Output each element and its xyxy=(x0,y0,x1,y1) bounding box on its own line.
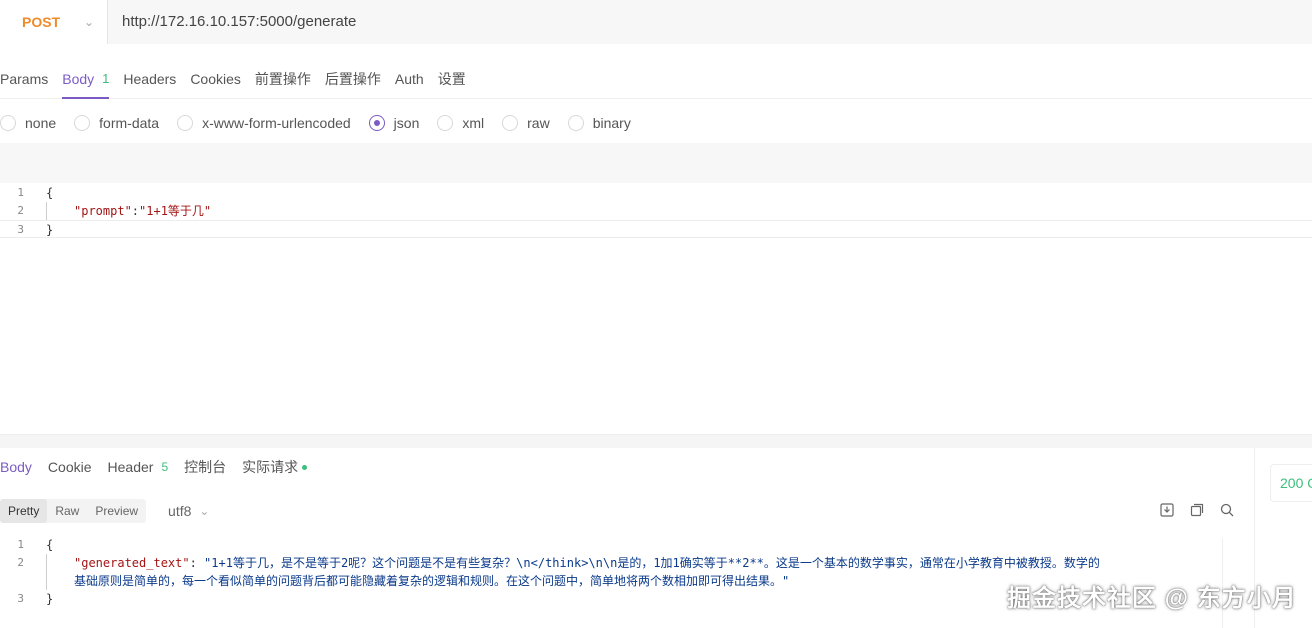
tab-label: Auth xyxy=(394,70,424,87)
radio-label: x-www-form-urlencoded xyxy=(202,115,351,131)
editor-toolbar-strip xyxy=(0,143,1312,183)
radio-label: json xyxy=(393,115,420,131)
line-number: 1 xyxy=(17,186,24,199)
radio-button[interactable] xyxy=(74,115,91,131)
radio-button[interactable] xyxy=(567,115,584,131)
response-tabs: Body Cookie Header 5 控制台 实际请求 xyxy=(0,452,323,482)
line-number: 1 xyxy=(17,538,24,551)
radio-label: none xyxy=(25,115,57,131)
json-value: "1+1等于几" xyxy=(139,204,212,218)
format-bar: Pretty Raw Preview utf8 ⌄ xyxy=(0,499,209,523)
tab-label: Headers xyxy=(123,70,177,87)
code-line: 2 "generated_text": "1+1等于几，是不是等于2呢？这个问题… xyxy=(0,554,1222,572)
response-tab-body[interactable]: Body xyxy=(0,459,32,475)
encoding-label: utf8 xyxy=(168,503,192,519)
tab-cookies[interactable]: Cookies xyxy=(190,59,241,99)
tab-badge: 1 xyxy=(102,71,110,86)
tab-label: Cookies xyxy=(190,70,241,87)
format-segmented-control: Pretty Raw Preview xyxy=(0,499,147,523)
copy-icon[interactable] xyxy=(1189,502,1205,518)
radio-label: binary xyxy=(592,115,631,131)
tab-label: Body xyxy=(62,70,95,87)
radio-button[interactable] xyxy=(437,115,454,131)
tab-label: 设置 xyxy=(437,70,466,87)
status-dot-icon xyxy=(302,464,308,470)
radio-button[interactable] xyxy=(502,115,519,131)
response-tab-console[interactable]: 控制台 xyxy=(184,457,226,477)
body-type-form-data[interactable]: form-data xyxy=(74,115,159,131)
tab-pre-request[interactable]: 前置操作 xyxy=(255,59,311,99)
chevron-down-icon: ⌄ xyxy=(84,14,95,29)
body-type-xml[interactable]: xml xyxy=(437,115,484,131)
radio-label: form-data xyxy=(99,115,160,131)
tab-label: Header xyxy=(107,459,154,475)
body-type-raw[interactable]: raw xyxy=(502,115,550,131)
radio-label: xml xyxy=(462,115,485,131)
tab-label: 前置操作 xyxy=(254,70,311,87)
response-tab-cookie[interactable]: Cookie xyxy=(48,459,92,475)
method-label: POST xyxy=(22,13,61,30)
json-value-continued: 基础原则是简单的，每一个看似简单的问题背后都可能隐藏着复杂的逻辑和规则。在这个问… xyxy=(74,574,790,588)
tab-label: Params xyxy=(0,70,49,87)
chevron-down-icon: ⌄ xyxy=(199,504,210,518)
tab-headers[interactable]: Headers xyxy=(123,59,176,99)
format-pretty-button[interactable]: Pretty xyxy=(0,499,48,523)
tab-label: 实际请求 xyxy=(242,459,299,475)
code-text: "generated_text": "1+1等于几，是不是等于2呢？这个问题是不… xyxy=(46,554,1100,572)
tab-label: Cookie xyxy=(47,459,92,475)
radio-label: raw xyxy=(527,115,550,131)
request-body-editor[interactable]: 1 { 2 "prompt":"1+1等于几" 3 } xyxy=(0,184,1312,238)
download-icon[interactable] xyxy=(1159,502,1175,518)
tab-body[interactable]: Body 1 xyxy=(62,59,110,99)
tab-auth[interactable]: Auth xyxy=(395,59,424,99)
search-icon[interactable] xyxy=(1219,502,1235,518)
code-text: "prompt":"1+1等于几" xyxy=(46,202,211,220)
code-line: 1 { xyxy=(0,536,1222,554)
body-type-urlencoded[interactable]: x-www-form-urlencoded xyxy=(177,115,351,131)
code-line-current: 3 } xyxy=(0,220,1312,238)
body-type-binary[interactable]: binary xyxy=(567,115,631,131)
tab-post-request[interactable]: 后置操作 xyxy=(325,59,381,99)
code-line: 2 "prompt":"1+1等于几" xyxy=(0,202,1312,220)
tab-badge: 5 xyxy=(161,460,169,474)
radio-button[interactable] xyxy=(177,115,194,131)
panel-splitter[interactable] xyxy=(0,434,1312,448)
body-type-json[interactable]: json xyxy=(368,115,420,131)
watermark: 掘金技术社区 @ 东方小月 xyxy=(1007,585,1297,612)
tab-label: 控制台 xyxy=(184,459,227,475)
json-colon: : xyxy=(189,556,205,570)
tab-label: 后置操作 xyxy=(324,70,381,87)
method-select[interactable]: POST ⌄ xyxy=(0,0,108,44)
body-type-selector: none form-data x-www-form-urlencoded jso… xyxy=(0,110,649,136)
response-tab-header[interactable]: Header 5 xyxy=(108,459,169,475)
request-tabs: Params Body 1 Headers Cookies 前置操作 后置操作 A… xyxy=(0,59,1312,99)
json-value: "1+1等于几，是不是等于2呢？这个问题是不是有些复杂？\n</think>\n… xyxy=(204,556,1100,570)
code-text: } xyxy=(46,592,54,606)
line-number: 2 xyxy=(17,556,24,569)
line-number: 2 xyxy=(17,204,24,217)
code-text: 基础原则是简单的，每一个看似简单的问题背后都可能隐藏着复杂的逻辑和规则。在这个问… xyxy=(46,572,789,590)
encoding-select[interactable]: utf8 ⌄ xyxy=(168,503,209,519)
radio-button-checked[interactable] xyxy=(368,115,385,131)
body-type-none[interactable]: none xyxy=(0,115,56,131)
json-key: "prompt" xyxy=(74,204,132,218)
code-line: 1 { xyxy=(0,184,1312,202)
url-input[interactable]: http://172.16.10.157:5000/generate xyxy=(108,0,1312,44)
line-number: 3 xyxy=(17,592,24,605)
code-text: { xyxy=(46,538,54,552)
tab-params[interactable]: Params xyxy=(0,59,48,99)
url-bar: POST ⌄ http://172.16.10.157:5000/generat… xyxy=(0,0,1312,44)
tab-label: Body xyxy=(0,459,32,475)
response-tab-actual-request[interactable]: 实际请求 xyxy=(242,457,308,477)
json-colon: : xyxy=(131,204,140,218)
json-key: "generated_text" xyxy=(74,556,190,570)
code-text: { xyxy=(46,186,54,200)
format-preview-button[interactable]: Preview xyxy=(87,499,146,523)
radio-button[interactable] xyxy=(0,115,16,131)
status-badge: 200 O xyxy=(1270,464,1312,502)
code-text: } xyxy=(46,223,54,237)
line-number: 3 xyxy=(17,223,24,236)
tab-settings[interactable]: 设置 xyxy=(438,59,466,99)
format-raw-button[interactable]: Raw xyxy=(47,499,87,523)
